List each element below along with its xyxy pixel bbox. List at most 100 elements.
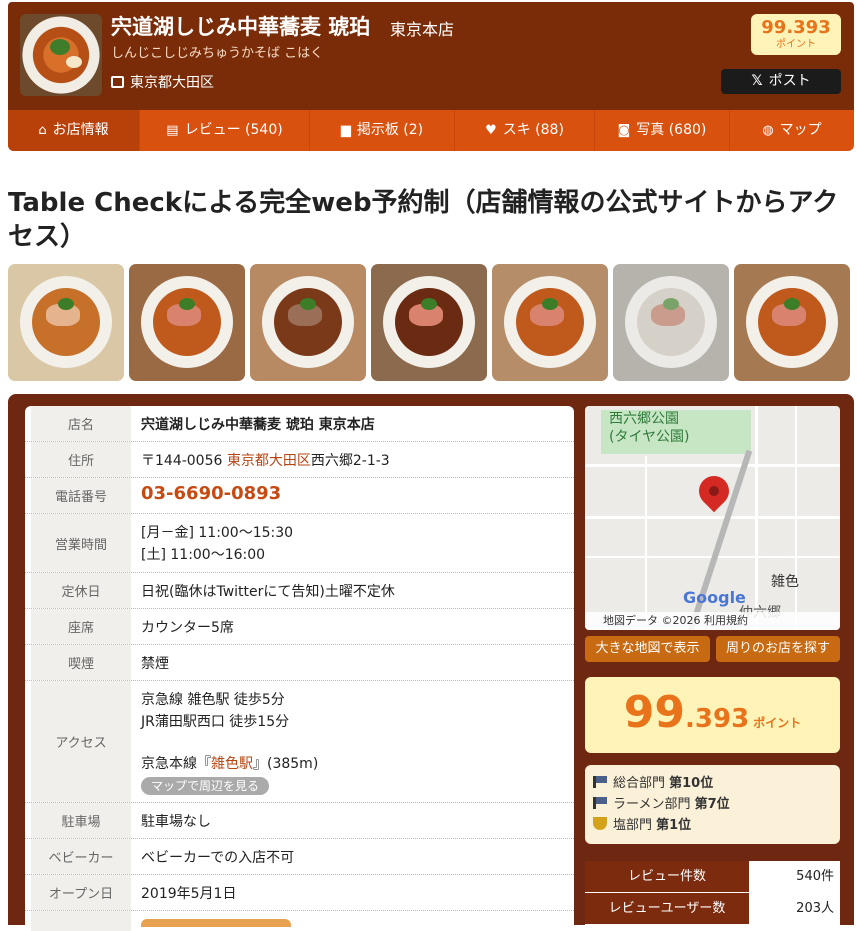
score-box: 99.393 ポイント: [585, 677, 840, 753]
stat-label: レビュー件数: [585, 861, 749, 892]
postal-code: 〒144-0056: [141, 453, 223, 469]
table-row: 電話番号 03-6690-0893: [25, 478, 574, 514]
access-line-prefix: 京急本線『: [141, 756, 211, 772]
stat-row: レビューユーザー数 203人: [585, 893, 840, 925]
page-title: Table Checkによる完全web予約制（店舗情報の公式サイトからアクセス）: [8, 188, 839, 252]
flag-icon: [593, 797, 607, 809]
google-logo: Google: [683, 588, 746, 607]
flag-icon: [593, 776, 607, 788]
seats-value: カウンター5席: [141, 620, 234, 636]
table-row: オープン日 2019年5月1日: [25, 875, 574, 911]
row-header: 座席: [31, 609, 131, 644]
shop-kana: しんじこしじみちゅうかそば こはく: [111, 46, 324, 61]
trophy-icon: [593, 817, 607, 830]
table-row: 駐車場 駐車場なし: [25, 803, 574, 839]
row-header: 住所: [31, 442, 131, 477]
rank-position: 第1位: [656, 818, 692, 833]
location-text: 東京都大田区: [130, 75, 214, 91]
stat-value: 540件: [749, 861, 840, 892]
ramen-photo[interactable]: [250, 264, 366, 381]
heart-icon: ♥: [485, 123, 497, 138]
table-row: 営業時間 [月－金] 11:00～15:30 [土] 11:00～16:00: [25, 514, 574, 573]
station-label: 雑色: [771, 574, 799, 590]
table-row: アクセス 京急線 雑色駅 徒歩5分 JR蒲田駅西口 徒歩15分 京急本線『雑色駅…: [25, 681, 574, 803]
rank-overall[interactable]: 総合部門 第10位: [593, 773, 832, 794]
rank-ramen[interactable]: ラーメン部門 第7位: [593, 794, 832, 815]
map-nearby-button[interactable]: マップで周辺を見る: [141, 777, 270, 795]
tab-shop-info[interactable]: ⌂ お店情報: [8, 110, 140, 151]
table-row: 座席 カウンター5席: [25, 609, 574, 645]
nearby-shops-button[interactable]: 周りのお店を探す: [716, 636, 840, 662]
table-row: 定休日 日祝(臨休はTwitterにて告知)土曜不定休: [25, 573, 574, 609]
row-header: 営業時間: [31, 514, 131, 572]
x-post-label: ポスト: [768, 73, 811, 89]
shop-full-name: 宍道湖しじみ中華蕎麦 琥珀 東京本店: [141, 417, 375, 433]
park-label: 西六郷公園 (タイヤ公園): [609, 411, 690, 445]
tab-label: 写真 (680): [636, 122, 707, 138]
access-line: 京急線 雑色駅 徒歩5分: [141, 692, 285, 708]
ramen-photo[interactable]: [371, 264, 487, 381]
shop-name: 宍道湖しじみ中華蕎麦 琥珀: [111, 15, 371, 39]
rank-position: 第7位: [694, 797, 730, 812]
header-points: 99.393: [761, 17, 831, 38]
open-date: 2019年5月1日: [141, 886, 237, 902]
row-header: 店名: [31, 406, 131, 441]
stat-label: レビューユーザー数: [585, 893, 749, 924]
score-decimal: .393: [685, 704, 750, 734]
rank-shio[interactable]: 塩部門 第1位: [593, 815, 832, 836]
clipboard-icon: ▤: [166, 123, 179, 138]
header-points-label: ポイント: [776, 39, 816, 50]
shop-thumbnail[interactable]: [20, 14, 102, 96]
tab-likes[interactable]: ♥ スキ (88): [455, 110, 595, 151]
globe-icon: ◍: [762, 123, 774, 138]
address-link[interactable]: 東京都大田区: [227, 453, 311, 469]
stroller-value: ベビーカーでの入店不可: [141, 850, 295, 866]
ramen-photo[interactable]: [129, 264, 245, 381]
parking-value: 駐車場なし: [141, 814, 211, 830]
rank-position: 第10位: [669, 776, 714, 791]
tab-map[interactable]: ◍ マップ: [730, 110, 854, 151]
row-header: オープン日: [31, 875, 131, 910]
row-header: [31, 911, 131, 931]
hours-saturday: [土] 11:00～16:00: [141, 547, 266, 563]
access-line: JR蒲田駅西口 徒歩15分: [141, 714, 290, 730]
phone-number[interactable]: 03-6690-0893: [141, 483, 281, 504]
address-value: 〒144-0056 東京都大田区西六郷2-1-3: [137, 442, 574, 477]
ramen-photo[interactable]: [8, 264, 124, 381]
shop-location[interactable]: 東京都大田区: [111, 72, 214, 92]
shop-map[interactable]: 西六郷公園(タイヤ公園) 雑色 Google 仲六郷 地図データ ©2026 利…: [585, 406, 840, 630]
tab-reviews[interactable]: ▤ レビュー (540): [140, 110, 310, 151]
row-header: ベビーカー: [31, 839, 131, 874]
table-row: ベビーカー ベビーカーでの入店不可: [25, 839, 574, 875]
tab-photos[interactable]: ◙ 写真 (680): [595, 110, 730, 151]
tab-label: スキ (88): [502, 122, 564, 138]
chat-icon: ▆: [340, 123, 351, 138]
smoking-value: 禁煙: [141, 656, 169, 672]
shop-nav: ⌂ お店情報 ▤ レビュー (540) ▆ 掲示板 (2) ♥ スキ (88) ◙ 写真 …: [8, 110, 854, 151]
ranking-box: 総合部門 第10位 ラーメン部門 第7位 塩部門 第1位: [585, 765, 840, 844]
tab-label: 掲示板 (2): [356, 122, 424, 138]
row-header: 電話番号: [31, 478, 131, 513]
row-header: 駐車場: [31, 803, 131, 838]
station-link[interactable]: 雑色駅: [211, 756, 253, 772]
ramen-photo[interactable]: [734, 264, 850, 381]
closed-days: 日祝(臨休はTwitterにて告知)土曜不定休: [141, 584, 395, 600]
table-row: 店名 宍道湖しじみ中華蕎麦 琥珀 東京本店: [25, 406, 574, 442]
stat-row: レビュー件数 540件: [585, 861, 840, 893]
x-post-button[interactable]: 𝕏 ポスト: [721, 69, 841, 94]
access-line-suffix: 』(385m): [253, 756, 319, 772]
tab-label: お店情報: [52, 122, 109, 138]
tab-label: レビュー (540): [184, 122, 283, 138]
tab-board[interactable]: ▆ 掲示板 (2): [310, 110, 455, 151]
stats-table: レビュー件数 540件 レビューユーザー数 203人: [585, 861, 840, 925]
rank-category: ラーメン部門: [613, 797, 695, 812]
large-map-button[interactable]: 大きな地図で表示: [585, 636, 710, 662]
hours-weekday: [月－金] 11:00～15:30: [141, 525, 294, 541]
table-row: 住所 〒144-0056 東京都大田区西六郷2-1-3: [25, 442, 574, 478]
row-header: 喫煙: [31, 645, 131, 680]
ramen-photo[interactable]: [613, 264, 729, 381]
table-row: [25, 911, 574, 931]
rank-category: 総合部門: [613, 776, 670, 791]
shop-header: 宍道湖しじみ中華蕎麦 琥珀 東京本店 しんじこしじみちゅうかそば こはく 東京都…: [8, 2, 854, 110]
ramen-photo[interactable]: [492, 264, 608, 381]
